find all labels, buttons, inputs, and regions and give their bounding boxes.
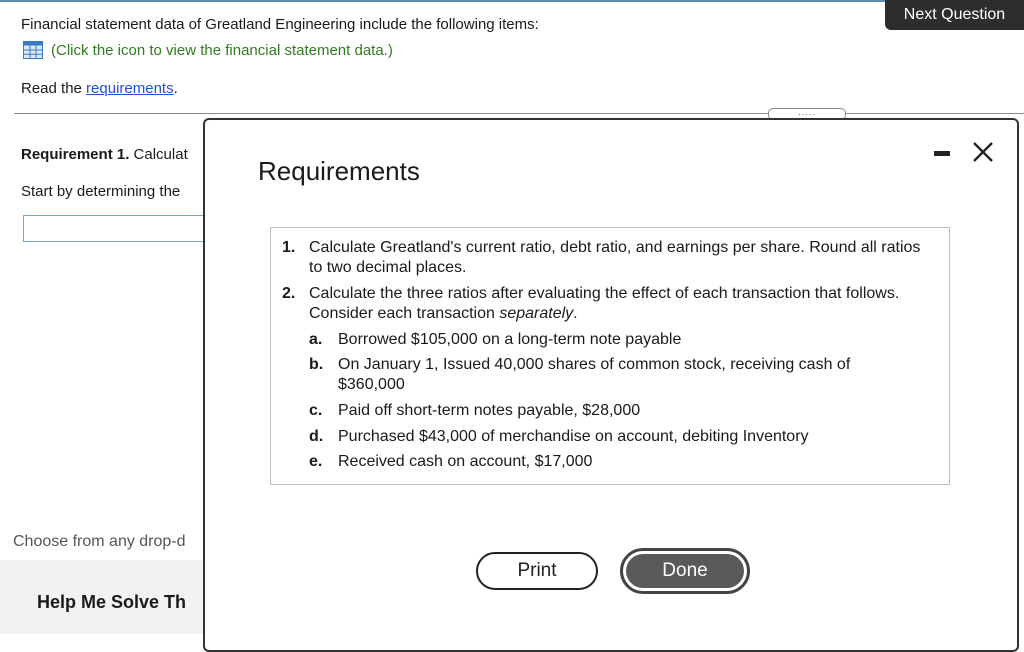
requirement-1-text: Calculat	[129, 146, 188, 163]
read-requirements-line: Read the requirements.	[21, 80, 178, 97]
transaction-text: Purchased $43,000 of merchandise on acco…	[338, 428, 809, 445]
item-number: 2.	[282, 285, 296, 302]
top-accent-line	[0, 0, 1024, 2]
print-button[interactable]: Print	[476, 552, 598, 590]
item-text-main: Calculate the three ratios after evaluat…	[309, 285, 900, 322]
done-button-label[interactable]: Done	[626, 554, 744, 588]
question-intro: Financial statement data of Greatland En…	[21, 16, 539, 33]
requirements-list: 1. Calculate Greatland's current ratio, …	[270, 227, 950, 485]
choose-hint: Choose from any drop-d	[13, 533, 186, 550]
transaction-letter: d.	[309, 428, 324, 445]
requirement-1-heading: Requirement 1. Calculat	[21, 146, 188, 163]
item-number: 1.	[282, 239, 296, 256]
divider	[14, 113, 1024, 114]
done-button[interactable]: Done	[620, 548, 750, 594]
read-prefix: Read the	[21, 80, 87, 97]
financial-data-link[interactable]: (Click the icon to view the financial st…	[23, 41, 393, 59]
transaction-letter: a.	[309, 331, 323, 348]
financial-data-link-text[interactable]: (Click the icon to view the financial st…	[51, 42, 393, 59]
item-text-end: .	[573, 305, 578, 322]
help-me-solve-link[interactable]: Help Me Solve Th	[37, 592, 186, 613]
transaction-text: Paid off short-term notes payable, $28,0…	[338, 402, 641, 419]
table-icon[interactable]	[23, 41, 43, 59]
transaction-text: On January 1, Issued 40,000 shares of co…	[338, 356, 851, 393]
item-text: Calculate the three ratios after evaluat…	[309, 284, 929, 324]
requirement-1-label: Requirement 1.	[21, 146, 130, 163]
read-suffix: .	[173, 80, 178, 97]
start-instruction: Start by determining the	[21, 183, 181, 200]
modal-title: Requirements	[258, 156, 420, 186]
requirements-modal: Requirements 1. Calculate Greatland's cu…	[203, 118, 1019, 652]
item-text: Calculate Greatland's current ratio, deb…	[309, 239, 921, 276]
answer-input[interactable]	[23, 215, 225, 242]
close-icon[interactable]	[971, 140, 995, 164]
transaction-letter: e.	[309, 453, 323, 470]
minimize-icon[interactable]	[933, 146, 951, 160]
transaction-text: Received cash on account, $17,000	[338, 453, 593, 470]
transaction-letter: b.	[309, 356, 324, 373]
next-question-button[interactable]: Next Question	[885, 0, 1024, 30]
transaction-text: Borrowed $105,000 on a long-term note pa…	[338, 331, 682, 348]
requirements-link[interactable]: requirements	[86, 80, 174, 97]
transaction-letter: c.	[309, 402, 323, 419]
item-text-emphasis: separately	[499, 305, 574, 322]
